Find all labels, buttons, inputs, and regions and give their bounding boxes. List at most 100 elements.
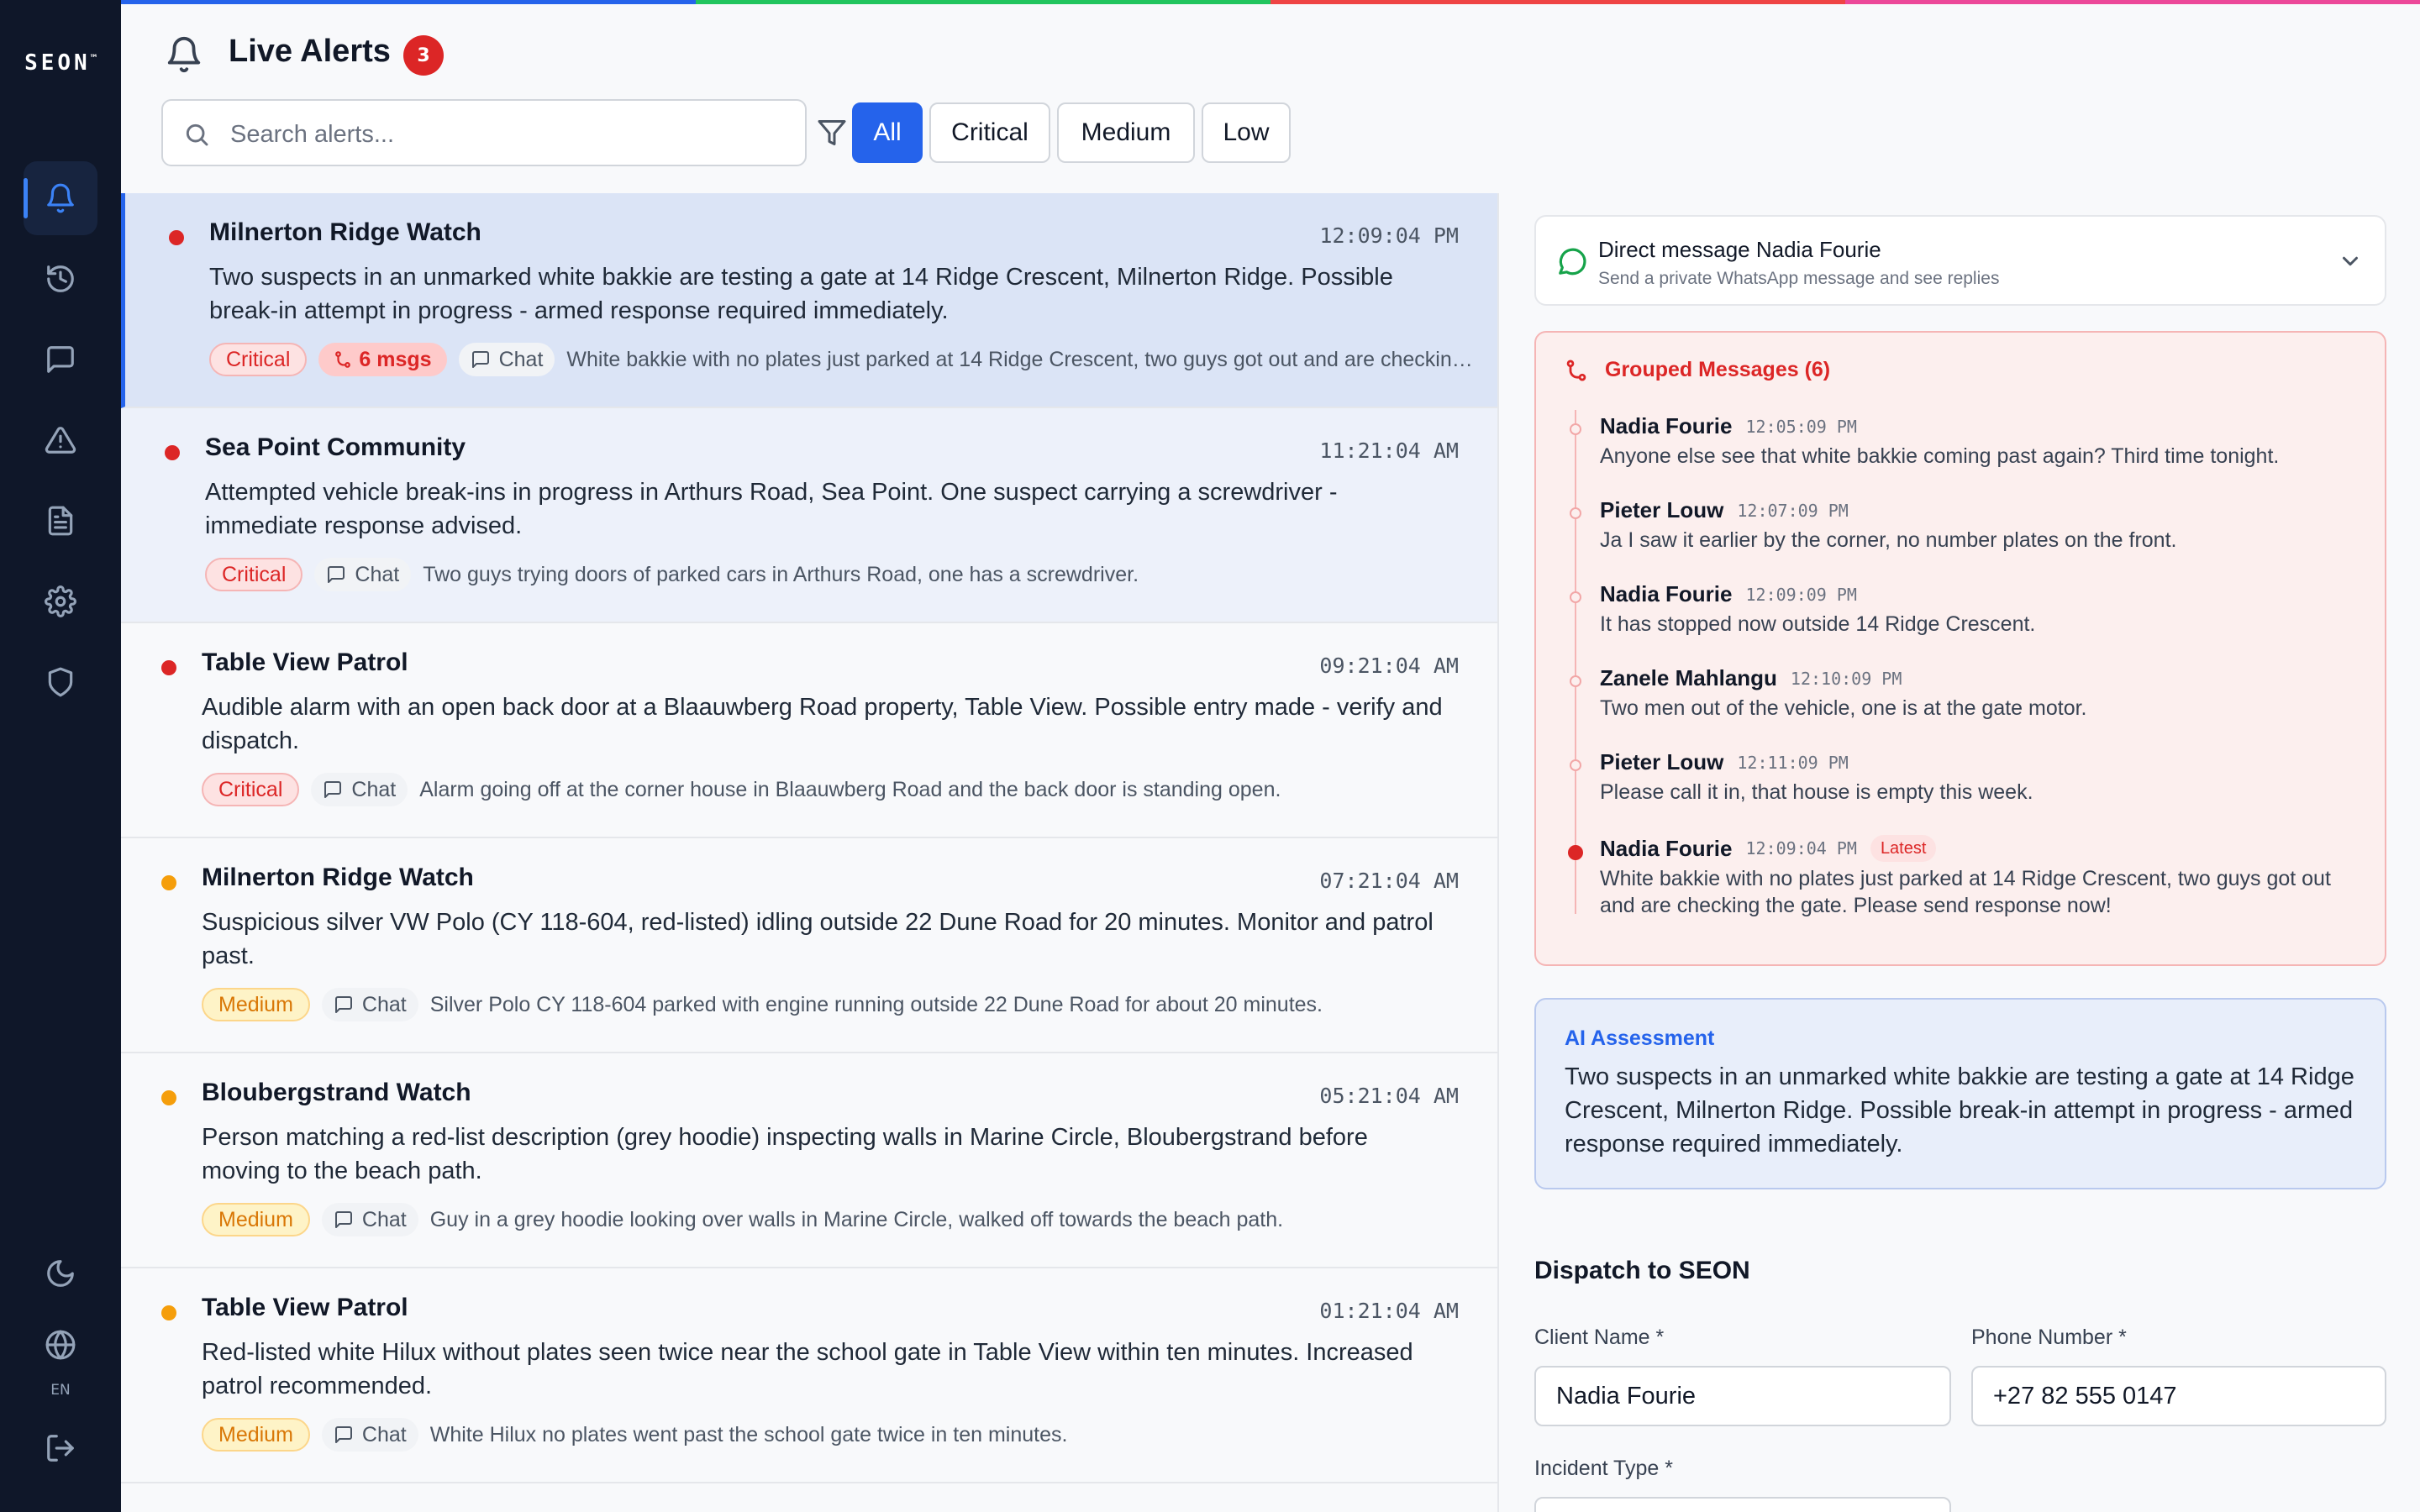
gear-icon [45, 585, 76, 617]
filter-critical[interactable]: Critical [929, 102, 1050, 163]
timeline-dot [1570, 759, 1581, 771]
severity-badge: Medium [202, 988, 310, 1021]
globe-icon [45, 1330, 76, 1360]
direct-message-toggle[interactable]: Direct message Nadia Fourie Send a priva… [1534, 215, 2386, 306]
severity-badge: Critical [202, 773, 300, 806]
dm-title: Direct message Nadia Fourie [1598, 237, 1881, 262]
alert-snippet: White bakkie with no plates just parked … [566, 347, 1474, 371]
source-badge: Chat [458, 343, 555, 376]
sidebar-item-messages[interactable] [24, 323, 97, 396]
alert-tags: Medium Chat White Hilux no plates went p… [202, 1418, 1067, 1452]
grouped-header: Grouped Messages (6) [1565, 358, 1830, 382]
alert-group: Bloubergstrand Watch [202, 1079, 471, 1106]
alert-description: Attempted vehicle break-ins in progress … [205, 479, 1338, 539]
alert-snippet: Alarm going off at the corner house in B… [419, 777, 1281, 801]
alert-description: Audible alarm with an open back door at … [202, 694, 1443, 754]
alert-time: 09:21:04 AM [1319, 654, 1459, 678]
chevron-down-icon [2338, 249, 2363, 274]
warning-icon [45, 427, 76, 454]
source-badge: Chat [321, 1418, 418, 1452]
alert-tags: Medium Chat Guy in a grey hoodie looking… [202, 1203, 1283, 1236]
sender-name: Nadia Fourie [1600, 581, 1733, 606]
message-text: White bakkie with no plates just parked … [1600, 867, 2331, 917]
search-input[interactable] [230, 116, 785, 153]
filter-low[interactable]: Low [1202, 102, 1291, 163]
sender-name: Pieter Louw [1600, 749, 1724, 774]
sender-name: Nadia Fourie [1600, 835, 1733, 861]
timeline-dot-latest [1568, 845, 1583, 860]
message-time: 12:05:09 PM [1745, 416, 1857, 437]
severity-badge: Medium [202, 1203, 310, 1236]
alert-detail-panel: Direct message Nadia Fourie Send a priva… [1501, 193, 2420, 1512]
sidebar-item-incidents[interactable] [24, 403, 97, 477]
stripe-pink [1845, 0, 2420, 4]
bell-icon [47, 183, 74, 213]
severity-badge: Medium [202, 1418, 310, 1452]
sidebar-item-settings[interactable] [24, 564, 97, 638]
source-badge: Chat [311, 773, 408, 806]
source-badge: Chat [321, 988, 418, 1021]
grouped-message: Pieter Louw 12:11:09 PM Please call it in… [1570, 749, 2356, 806]
message-time: 12:11:09 PM [1737, 752, 1849, 773]
language-button[interactable] [24, 1322, 97, 1386]
filter-medium[interactable]: Medium [1057, 102, 1195, 163]
chat-icon [47, 346, 74, 373]
grouped-messages: Grouped Messages (6) Nadia Fourie 12:05:0… [1534, 331, 2386, 966]
sidebar-item-history[interactable] [24, 242, 97, 316]
search-icon [186, 123, 208, 146]
alert-item[interactable]: Milnerton Ridge Watch 07:21:04 AM Suspic… [121, 838, 1497, 1053]
merge-icon [1566, 360, 1586, 381]
alert-count-badge: 3 [403, 35, 444, 76]
grouped-message: Nadia Fourie 12:05:09 PM Anyone else see … [1570, 413, 2356, 470]
dispatch-title: Dispatch to SEON [1534, 1257, 1750, 1284]
message-time: 12:09:09 PM [1745, 584, 1857, 605]
sender-name: Pieter Louw [1600, 497, 1724, 522]
ai-assessment-label: AI Assessment [1565, 1026, 1715, 1050]
logout-button[interactable] [24, 1411, 97, 1485]
message-text: It has stopped now outside 14 Ridge Cres… [1600, 612, 2036, 636]
sidebar-item-reports[interactable] [24, 484, 97, 558]
message-time: 12:09:04 PM [1745, 838, 1857, 858]
message-count: 6 msgs [359, 347, 432, 371]
sidebar-item-alerts[interactable] [24, 161, 97, 235]
alert-item[interactable]: Bloubergstrand Watch 05:21:04 AM Person … [121, 1053, 1497, 1268]
message-text: Two men out of the vehicle, one is at th… [1600, 696, 2087, 720]
incident-type-select[interactable] [1534, 1497, 1951, 1512]
moon-icon [47, 1260, 74, 1287]
alert-item[interactable]: Milnerton Ridge Watch 12:09:04 PM Two su… [121, 193, 1497, 408]
ai-assessment-text: Two suspects in an unmarked white bakkie… [1565, 1063, 2354, 1158]
severity-dot [165, 445, 180, 460]
alert-snippet: Silver Polo CY 118-604 parked with engin… [429, 992, 1323, 1016]
filter-all[interactable]: All [852, 102, 923, 163]
logout-icon [47, 1435, 74, 1462]
severity-dot [161, 660, 176, 675]
grouped-message: Zanele Mahlangu 12:10:09 PM Two men out o… [1570, 665, 2356, 722]
chat-icon [471, 351, 489, 368]
alert-group: Milnerton Ridge Watch [209, 218, 481, 246]
alert-item[interactable]: Sea Point Community 11:21:04 AM Attempte… [121, 408, 1497, 623]
language-label: EN [50, 1382, 71, 1399]
alert-time: 05:21:04 AM [1319, 1084, 1459, 1108]
sidebar-item-security[interactable] [24, 645, 97, 719]
filter-icon[interactable] [817, 118, 847, 148]
source-label: Chat [361, 1207, 407, 1231]
phone-number-input[interactable] [1971, 1366, 2386, 1426]
theme-toggle[interactable] [24, 1236, 97, 1310]
severity-dot [161, 875, 176, 890]
alert-group: Table View Patrol [202, 1294, 408, 1321]
shield-icon [48, 667, 73, 697]
accent-stripe [121, 0, 2420, 4]
alert-item[interactable]: Table View Patrol 01:21:04 AM Red-listed… [121, 1268, 1497, 1483]
message-count-badge: 6 msgs [318, 343, 447, 376]
alert-group: Table View Patrol [202, 648, 408, 676]
source-label: Chat [351, 777, 397, 801]
alert-item[interactable]: Table View Patrol 09:21:04 AM Audible al… [121, 623, 1497, 838]
message-text: Please call it in, that house is empty t… [1600, 780, 2033, 804]
grouped-title: Grouped Messages (6) [1605, 358, 1831, 381]
message-text: Ja I saw it earlier by the corner, no nu… [1600, 528, 2177, 552]
source-label: Chat [361, 992, 407, 1016]
client-name-input[interactable] [1534, 1366, 1951, 1426]
incident-type-label: Incident Type * [1534, 1457, 1673, 1480]
timeline-line [1575, 410, 1576, 914]
chat-icon [328, 566, 345, 583]
